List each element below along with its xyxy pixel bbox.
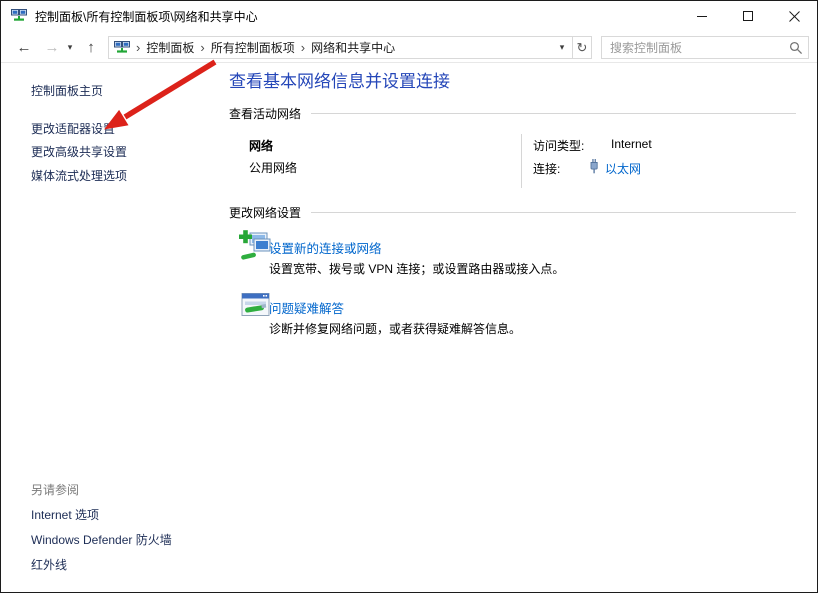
sidebar-item-change-adapter-settings[interactable]: 更改适配器设置 xyxy=(31,120,115,137)
setup-new-connection-desc: 设置宽带、拨号或 VPN 连接；或设置路由器或接入点。 xyxy=(269,260,564,277)
breadcrumb: › 控制面板 › 所有控制面板项 › 网络和共享中心 ▾ ↻ xyxy=(108,36,592,59)
breadcrumb-item-control-panel[interactable]: 控制面板 xyxy=(146,39,194,56)
back-icon[interactable]: ← xyxy=(11,35,37,59)
active-networks-section-header: 查看活动网络 xyxy=(229,105,796,122)
new-connection-icon xyxy=(239,229,271,268)
connection-label: 连接: xyxy=(533,160,560,177)
sidebar-item-change-advanced-sharing[interactable]: 更改高级共享设置 xyxy=(31,143,127,160)
sidebar-item-windows-defender-firewall[interactable]: Windows Defender 防火墙 xyxy=(31,531,172,548)
sidebar-item-internet-options[interactable]: Internet 选项 xyxy=(31,506,99,523)
titlebar: 控制面板\所有控制面板项\网络和共享中心 xyxy=(1,1,817,31)
breadcrumb-item-all-items[interactable]: 所有控制面板项 xyxy=(211,39,295,56)
change-network-settings-label: 更改网络设置 xyxy=(229,204,301,221)
breadcrumb-item-network-sharing[interactable]: 网络和共享中心 xyxy=(311,39,395,56)
troubleshoot-problems-link[interactable]: 问题疑难解答 xyxy=(269,298,344,317)
ethernet-link[interactable]: 以太网 xyxy=(605,160,641,177)
window-title: 控制面板\所有控制面板项\网络和共享中心 xyxy=(35,8,258,25)
see-also-header: 另请参阅 xyxy=(31,481,79,498)
close-button[interactable] xyxy=(771,1,817,31)
network-name: 网络 xyxy=(249,137,273,154)
setup-new-connection-link[interactable]: 设置新的连接或网络 xyxy=(269,238,382,257)
access-type-value: Internet xyxy=(611,137,652,151)
refresh-icon[interactable]: ↻ xyxy=(572,37,591,58)
active-network-divider xyxy=(521,134,522,188)
troubleshoot-problems-desc: 诊断并修复网络问题，或者获得疑难解答信息。 xyxy=(269,320,521,337)
breadcrumb-separator-icon[interactable]: › xyxy=(194,37,210,58)
troubleshoot-icon xyxy=(241,292,271,325)
search-icon[interactable] xyxy=(784,37,808,58)
breadcrumb-separator-icon[interactable]: › xyxy=(295,37,311,58)
ethernet-plug-icon xyxy=(588,158,600,179)
sidebar-item-infrared[interactable]: 红外线 xyxy=(31,556,67,573)
change-network-settings-section-header: 更改网络设置 xyxy=(229,204,796,221)
page-title: 查看基本网络信息并设置连接 xyxy=(229,67,450,92)
access-type-label: 访问类型: xyxy=(533,137,584,154)
maximize-button[interactable] xyxy=(725,1,771,31)
network-profile: 公用网络 xyxy=(249,159,297,176)
search-box xyxy=(601,36,809,59)
network-sharing-center-window: 控制面板\所有控制面板项\网络和共享中心 ← → ▾ ↑ xyxy=(0,0,818,593)
network-icon xyxy=(11,8,27,24)
network-icon[interactable] xyxy=(114,41,130,55)
history-chevron-icon[interactable]: ▾ xyxy=(63,35,77,59)
sidebar-item-control-panel-home[interactable]: 控制面板主页 xyxy=(31,82,103,99)
breadcrumb-separator-icon[interactable]: › xyxy=(130,37,146,58)
section-rule xyxy=(311,113,796,114)
search-input[interactable] xyxy=(602,38,784,57)
window-controls xyxy=(679,1,817,31)
minimize-button[interactable] xyxy=(679,1,725,31)
section-rule xyxy=(311,212,796,213)
sidebar-item-media-streaming-options[interactable]: 媒体流式处理选项 xyxy=(31,167,127,184)
forward-icon[interactable]: → xyxy=(39,35,65,59)
active-networks-label: 查看活动网络 xyxy=(229,105,301,122)
address-dropdown-icon[interactable]: ▾ xyxy=(552,42,572,53)
up-icon[interactable]: ↑ xyxy=(79,35,103,59)
